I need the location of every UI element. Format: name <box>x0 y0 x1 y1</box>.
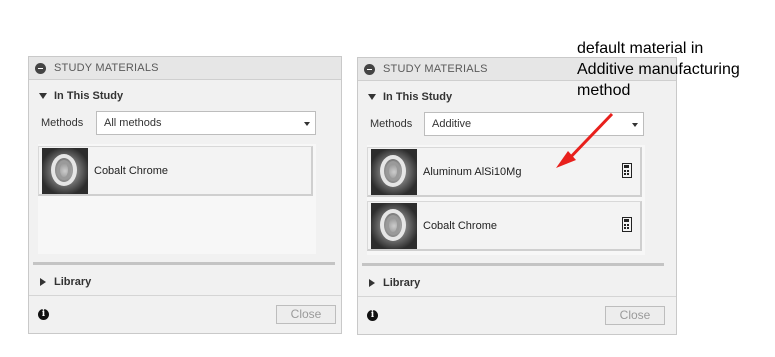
annotation-arrow-layer <box>556 112 614 168</box>
